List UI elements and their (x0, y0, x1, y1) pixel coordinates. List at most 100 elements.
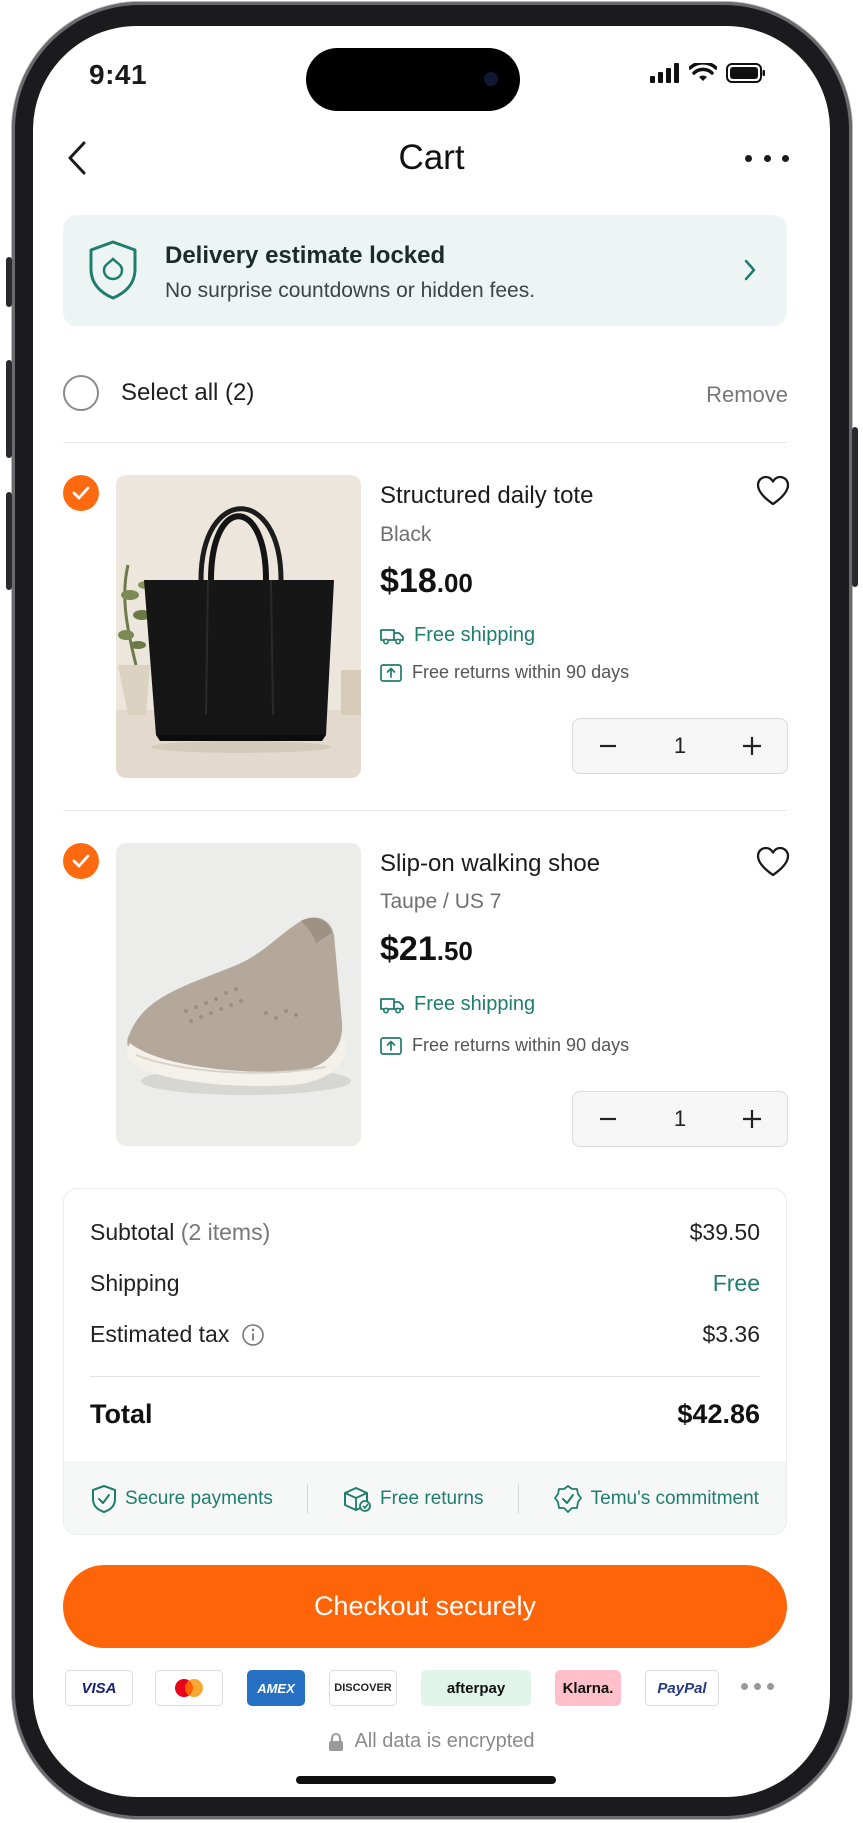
lock-icon (329, 1732, 344, 1751)
decrease-quantity-button[interactable] (593, 731, 623, 761)
subtotal-value: $39.50 (689, 1219, 760, 1245)
shield-check-icon (92, 1484, 117, 1513)
shipping-text: Free shipping (414, 624, 536, 646)
price-whole: $21 (380, 930, 437, 968)
shipping-text: Free shipping (414, 993, 536, 1015)
select-all-label: Select all (2) (121, 379, 255, 406)
quantity-stepper: 1 (572, 1091, 788, 1147)
secure-payments-badge[interactable]: Secure payments (91, 1484, 273, 1514)
encryption-text: All data is encrypted (354, 1730, 535, 1752)
tax-value: $3.36 (702, 1321, 760, 1347)
product-name[interactable]: Slip-on walking shoe (380, 850, 600, 878)
summary-divider (90, 1376, 760, 1377)
total-value: $42.86 (677, 1399, 760, 1429)
signal-icon (650, 63, 679, 83)
payment-methods: VISA AMEX DISCOVER afterpay Klarna. PayP… (65, 1670, 785, 1706)
return-box-icon (380, 1036, 402, 1055)
volume-down-button (6, 492, 12, 590)
subtotal-label-group: Subtotal (2 items) (90, 1219, 270, 1246)
mastercard-logo (155, 1670, 223, 1706)
page-title: Cart (398, 138, 465, 177)
returns-text: Free returns within 90 days (412, 1035, 630, 1055)
dynamic-island (306, 48, 520, 111)
check-icon (72, 486, 90, 500)
free-returns-tag: Free returns within 90 days (380, 662, 629, 683)
subtotal-row: Subtotal (2 items) $39.50 (90, 1219, 760, 1246)
commitment-badge[interactable]: Temu's commitment (553, 1484, 759, 1514)
remove-button[interactable]: Remove (700, 382, 788, 408)
total-label: Total (90, 1399, 153, 1429)
free-returns-tag: Free returns within 90 days (380, 1035, 629, 1056)
more-dot (745, 154, 752, 162)
plus-icon (743, 737, 761, 755)
chevron-right-icon (744, 259, 756, 281)
total-row: Total $42.86 (90, 1399, 760, 1430)
product-variant[interactable]: Taupe / US 7 (380, 890, 501, 914)
commitment-label: Temu's commitment (590, 1487, 759, 1509)
amex-logo: AMEX (247, 1670, 305, 1706)
action-button (6, 257, 12, 307)
plus-icon (743, 1110, 761, 1128)
info-icon[interactable] (241, 1323, 265, 1347)
heart-icon (756, 846, 790, 877)
free-returns-label: Free returns (380, 1487, 484, 1509)
select-all-checkbox[interactable] (63, 375, 99, 411)
quantity-stepper: 1 (572, 718, 788, 774)
decrease-quantity-button[interactable] (593, 1104, 623, 1134)
check-icon (72, 854, 90, 868)
volume-up-button (6, 360, 12, 458)
more-dot (754, 1683, 761, 1690)
price-whole: $18 (380, 562, 437, 600)
divider (63, 442, 787, 443)
free-shipping-tag: Free shipping (380, 993, 535, 1016)
divider (63, 810, 787, 811)
quantity-value[interactable]: 1 (674, 1106, 686, 1132)
checkout-button[interactable]: Checkout securely (63, 1565, 787, 1648)
discover-logo: DISCOVER (329, 1670, 397, 1706)
product-price: $18.00 (380, 562, 473, 601)
truck-icon (380, 628, 404, 645)
mastercard-circles-icon (175, 1679, 203, 1697)
more-options-button[interactable] (745, 146, 789, 170)
product-image-tote[interactable] (116, 475, 361, 778)
heart-icon (756, 475, 790, 506)
more-dot (763, 154, 771, 162)
price-cents: .00 (436, 568, 473, 598)
minus-icon (600, 744, 616, 748)
visa-logo: VISA (65, 1670, 133, 1706)
product-variant[interactable]: Black (380, 523, 431, 547)
tote-bag-image (116, 475, 361, 778)
returns-box-icon (344, 1486, 371, 1512)
shipping-label: Shipping (90, 1270, 180, 1296)
home-indicator[interactable] (296, 1776, 556, 1784)
badge-check-icon (553, 1484, 582, 1513)
trust-separator (306, 1483, 308, 1514)
increase-quantity-button[interactable] (737, 1104, 767, 1134)
free-returns-badge[interactable]: Free returns (342, 1485, 484, 1513)
wishlist-button[interactable] (756, 475, 790, 507)
wishlist-button[interactable] (756, 846, 790, 878)
product-name[interactable]: Structured daily tote (380, 482, 593, 510)
trust-bar: Secure payments Free returns Temu's comm… (64, 1461, 786, 1534)
quantity-value[interactable]: 1 (674, 733, 686, 759)
subtotal-count: (2 items) (180, 1219, 271, 1245)
minus-icon (600, 1117, 616, 1121)
encryption-note: All data is encrypted (0, 1730, 863, 1753)
product-image-shoe[interactable] (116, 843, 361, 1146)
tax-label: Estimated tax (90, 1321, 230, 1347)
item-checkbox[interactable] (63, 475, 99, 511)
secure-payments-label: Secure payments (125, 1487, 273, 1509)
shipping-value: Free (712, 1270, 760, 1296)
delivery-banner[interactable]: Delivery estimate locked No surprise cou… (63, 215, 787, 326)
increase-quantity-button[interactable] (737, 731, 767, 761)
shield-icon (89, 240, 137, 300)
free-shipping-tag: Free shipping (380, 624, 535, 647)
item-checkbox[interactable] (63, 843, 99, 879)
status-time: 9:41 (89, 59, 148, 90)
price-cents: .50 (436, 936, 473, 966)
select-all-toggle[interactable]: Select all (2) (63, 375, 254, 411)
more-dot (782, 154, 789, 162)
more-payment-methods[interactable] (741, 1683, 774, 1690)
more-dot (741, 1683, 748, 1690)
power-button (852, 427, 858, 587)
